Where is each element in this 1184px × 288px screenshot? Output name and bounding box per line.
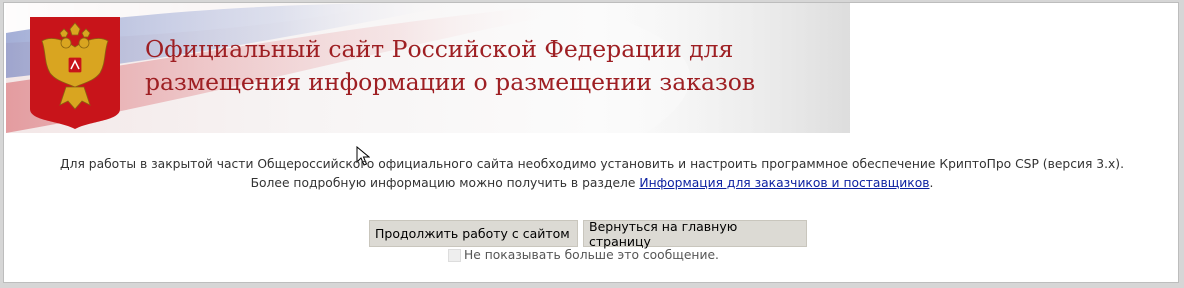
dont-show-option: Не показывать больше это сообщение. xyxy=(448,248,719,262)
banner-title-line2: размещения информации о размещении заказ… xyxy=(145,68,756,96)
dont-show-checkbox[interactable] xyxy=(448,248,461,262)
russian-coat-of-arms-icon xyxy=(30,17,120,129)
notice-line2-suffix: . xyxy=(929,176,934,190)
continue-button[interactable]: Продолжить работу с сайтом xyxy=(369,220,578,247)
notice-line1: Для работы в закрытой части Общероссийск… xyxy=(59,157,1125,171)
page-frame: Официальный сайт Российской Федерации дл… xyxy=(3,2,1179,283)
return-home-button[interactable]: Вернуться на главную страницу xyxy=(583,219,807,249)
notice-line2-prefix: Более подробную информацию можно получит… xyxy=(250,176,636,190)
action-buttons: Продолжить работу с сайтом Вернуться на … xyxy=(369,219,807,249)
info-for-customers-link[interactable]: Информация для заказчиков и поставщиков xyxy=(639,176,929,190)
crypto-notice: Для работы в закрытой части Общероссийск… xyxy=(4,155,1178,193)
dont-show-label: Не показывать больше это сообщение. xyxy=(464,248,719,262)
banner-title-line1: Официальный сайт Российской Федерации дл… xyxy=(145,35,734,63)
site-banner: Официальный сайт Российской Федерации дл… xyxy=(6,3,850,133)
notice-line2: Более подробную информацию можно получит… xyxy=(4,174,1178,193)
banner-title: Официальный сайт Российской Федерации дл… xyxy=(145,33,755,99)
